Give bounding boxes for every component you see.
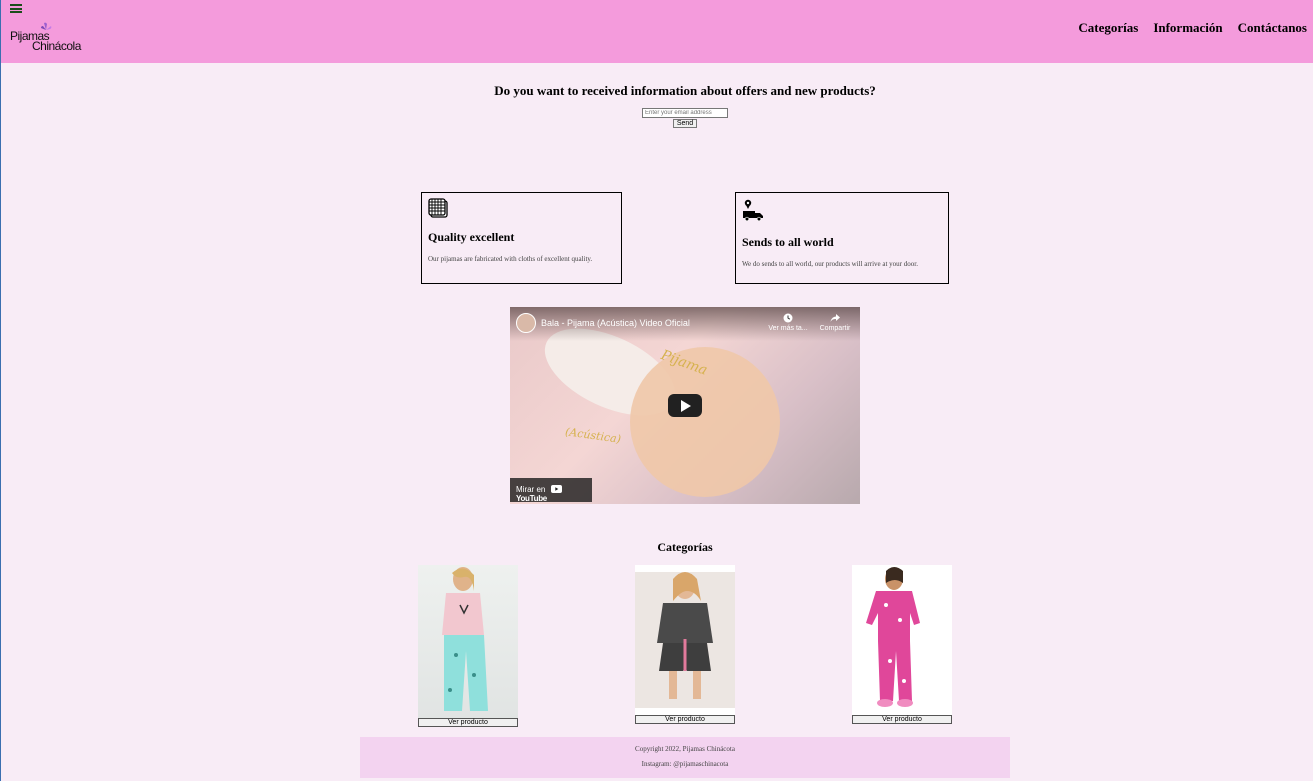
top-header: Pijamas Chinácola Categorías Información… <box>1 0 1313 63</box>
share-icon <box>830 314 840 322</box>
watch-on-youtube[interactable]: Mirar en YouTube <box>510 478 592 503</box>
feature-title: Sends to all world <box>742 235 834 249</box>
nav-informacion[interactable]: Información <box>1153 20 1222 36</box>
copyright-text: Copyright 2022, Pijamas Chinácota <box>635 745 735 753</box>
menu-icon[interactable] <box>10 2 22 15</box>
feature-text: We do sends to all world, our products w… <box>742 260 918 268</box>
watch-later-button[interactable]: Ver más ta... <box>768 313 808 332</box>
window-edge <box>0 0 1 781</box>
share-label: Compartir <box>819 325 851 332</box>
email-input[interactable] <box>642 108 728 118</box>
channel-avatar[interactable] <box>516 313 536 333</box>
clock-icon <box>783 313 793 323</box>
feature-card-quality: Quality excellent Our pijamas are fabric… <box>421 192 622 284</box>
subscribe-title: Do you want to received information abou… <box>494 83 876 98</box>
nav-contactanos[interactable]: Contáctanos <box>1238 20 1307 36</box>
page-footer: Copyright 2022, Pijamas Chinácota Instag… <box>360 737 1010 778</box>
play-button[interactable] <box>668 394 702 417</box>
video-script-text: (Acústica) <box>564 425 622 446</box>
product-photo[interactable] <box>852 565 952 715</box>
feature-card-sends: Sends to all world We do sends to all wo… <box>735 192 949 284</box>
feature-title: Quality excellent <box>428 230 515 244</box>
view-product-button[interactable]: Ver producto <box>418 718 518 727</box>
logo-line2: Chinácola <box>32 39 81 53</box>
main-nav: Categorías Información Contáctanos <box>1078 20 1307 36</box>
view-product-button[interactable]: Ver producto <box>635 715 735 724</box>
product-photo[interactable] <box>418 565 518 718</box>
nav-categorias[interactable]: Categorías <box>1078 20 1138 36</box>
watch-on-label: Mirar en <box>516 485 546 494</box>
view-product-button[interactable]: Ver producto <box>852 715 952 724</box>
categories-title: Categorías <box>657 540 713 554</box>
video-embed[interactable]: Pijama (Acústica) Bala - Pijama (Acústic… <box>510 307 860 504</box>
video-title[interactable]: Bala - Pijama (Acústica) Video Oficial <box>541 318 690 328</box>
youtube-label: YouTube <box>516 494 547 503</box>
logo[interactable]: Pijamas Chinácola <box>8 22 90 56</box>
send-button[interactable]: Send <box>673 119 697 128</box>
product-photo[interactable] <box>635 565 735 715</box>
share-button[interactable]: Compartir <box>815 313 855 332</box>
fabric-icon <box>428 198 449 224</box>
watch-later-label: Ver más ta... <box>768 325 808 332</box>
feature-text: Our pijamas are fabricated with cloths o… <box>428 255 593 263</box>
delivery-truck-icon <box>742 198 766 227</box>
youtube-icon <box>550 485 562 493</box>
instagram-text[interactable]: Instagram: @pijamaschinacota <box>360 760 1010 768</box>
